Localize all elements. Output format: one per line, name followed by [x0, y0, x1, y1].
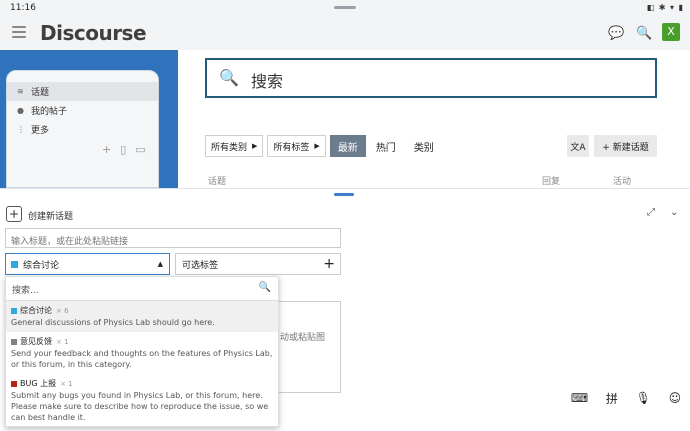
search-input[interactable]: 🔍 搜索 [205, 58, 657, 98]
sidebar-item-label: 话题 [31, 88, 50, 98]
user-icon: ● [17, 106, 24, 115]
category-count: × 1 [56, 337, 69, 346]
add-tag-icon: + [323, 256, 335, 272]
category-color-swatch [11, 338, 17, 345]
category-dropdown-menu: 搜索... 🔍 综合讨论 × 6 General discussions of … [5, 276, 279, 427]
category-option[interactable]: BUG 上报 × 1 Submit any bugs you found in … [6, 374, 278, 427]
new-topic-button[interactable]: + 新建话题 [594, 135, 657, 157]
category-filter-input[interactable]: 搜索... 🔍 [6, 277, 278, 301]
status-icons: ◧ ✱ ▾ ▮ [646, 3, 684, 12]
sidebar-footer-tools: +▯▭ [102, 143, 155, 156]
sidebar-item-label: 更多 [31, 126, 50, 136]
filter-bar: 所有类别 ▶ 所有标签 ▶ 最新 热门 类别 [205, 135, 444, 157]
more-icon: ⋮ [17, 125, 25, 134]
app-header: Discourse 💬 🔍 X [0, 16, 690, 50]
caret-right-icon: ▶ [314, 142, 320, 150]
translate-icon[interactable]: 文A [567, 135, 589, 157]
tab-categories[interactable]: 类别 [406, 135, 442, 157]
status-bar: 11:16 ◧ ✱ ▾ ▮ [0, 0, 690, 16]
composer-heading: 创建新话题 [28, 212, 74, 222]
stack-icon: ≋ [17, 87, 24, 96]
grip-handle[interactable] [334, 193, 354, 196]
plus-icon: + [6, 206, 22, 222]
hamburger-menu-icon[interactable] [12, 26, 26, 38]
category-count: × 6 [56, 306, 69, 315]
keyboard-toolbar: ⌨ 拼 🎙 ☺ [562, 385, 690, 411]
tag-chooser-label: 可选标签 [182, 260, 219, 271]
logo-text: Discourse [40, 21, 147, 45]
search-icon: 🔍 [219, 68, 239, 87]
category-option[interactable]: 综合讨论 × 6 General discussions of Physics … [6, 301, 278, 332]
emoji-icon[interactable]: ☺ [669, 391, 682, 405]
category-filter-placeholder: 搜索... [12, 286, 39, 296]
category-description: Submit any bugs you found in Physics Lab… [11, 391, 269, 422]
expand-icon[interactable]: ⤢ [647, 207, 655, 218]
category-color-swatch [11, 260, 18, 268]
category-chooser-label: 综合讨论 [23, 260, 60, 271]
microphone-icon[interactable]: 🎙 [636, 391, 651, 405]
column-header-activity: 活动 [613, 177, 632, 187]
category-description: Send your feedback and thoughts on the f… [11, 349, 273, 369]
title-input[interactable]: 输入标题，或在此处粘贴链接 [5, 228, 341, 248]
category-color-swatch [11, 307, 17, 314]
category-count: × 1 [60, 379, 73, 388]
chat-icon[interactable]: 💬 [608, 26, 624, 41]
discourse-logo[interactable]: Discourse [38, 21, 147, 45]
category-dropdown[interactable]: 所有类别 ▶ [205, 135, 264, 157]
sidebar-item-more[interactable]: ⋮ 更多 [7, 120, 158, 139]
notch-indicator [334, 6, 356, 9]
category-dropdown-label: 所有类别 [211, 142, 248, 153]
tab-top[interactable]: 热门 [368, 135, 404, 157]
column-header-replies: 回复 [542, 177, 561, 187]
collapse-icon[interactable]: ⌄ [670, 207, 678, 218]
tags-dropdown[interactable]: 所有标签 ▶ [267, 135, 326, 157]
main-panel: 🔍 搜索 所有类别 ▶ 所有标签 ▶ 最新 热门 类别 文A + 新建话题 话题… [178, 50, 690, 188]
category-color-swatch [11, 380, 17, 387]
category-name: 意见反馈 [20, 337, 52, 346]
sidebar: ≋ 话题 ● 我的帖子 ⋮ 更多 +▯▭ [6, 70, 159, 188]
pinyin-button[interactable]: 拼 [606, 390, 618, 407]
sidebar-item-label: 我的帖子 [31, 107, 68, 117]
category-chooser[interactable]: 综合讨论 ▲ [5, 253, 170, 275]
search-icon: 🔍 [258, 282, 271, 293]
category-description: General discussions of Physics Lab shoul… [11, 318, 215, 327]
category-name: 综合讨论 [20, 306, 52, 315]
keyboard-icon[interactable]: ⌨ [571, 391, 588, 405]
sidebar-item-topics[interactable]: ≋ 话题 [7, 82, 158, 101]
caret-right-icon: ▶ [252, 142, 258, 150]
tags-dropdown-label: 所有标签 [273, 142, 310, 153]
search-icon[interactable]: 🔍 [636, 26, 652, 41]
editor-hint: 动或粘贴图 [280, 333, 326, 343]
add-section-icon[interactable]: + [102, 143, 120, 156]
tab-latest[interactable]: 最新 [329, 135, 366, 157]
avatar[interactable]: X [662, 23, 680, 41]
sidebar-item-my-posts[interactable]: ● 我的帖子 [7, 101, 158, 120]
mobile-view-icon[interactable]: ▯ [120, 143, 135, 156]
status-time: 11:16 [10, 3, 36, 13]
search-placeholder: 搜索 [251, 72, 284, 91]
category-name: BUG 上报 [20, 379, 57, 388]
composer-resize-grip[interactable] [0, 188, 690, 204]
column-header-topic: 话题 [208, 177, 227, 187]
caret-down-icon: ▲ [157, 260, 163, 268]
category-option[interactable]: 意见反馈 × 1 Send your feedback and thoughts… [6, 332, 278, 374]
tag-chooser[interactable]: 可选标签 + [175, 253, 341, 275]
keyboard-icon[interactable]: ▭ [135, 143, 154, 156]
